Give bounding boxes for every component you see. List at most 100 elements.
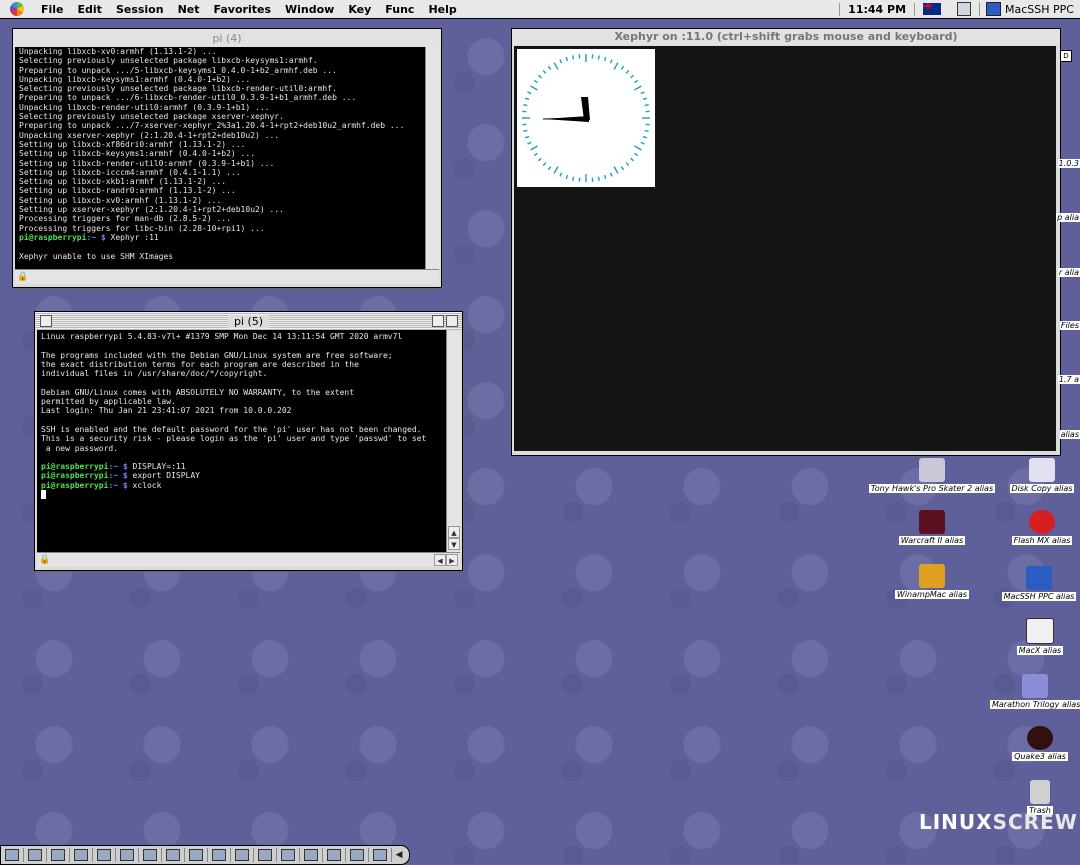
terminal-window-pi-5[interactable]: pi (5) Linux raspberrypi 5.4.83-v7l+ #13… bbox=[34, 311, 463, 571]
lock-icon[interactable]: 🔒 bbox=[39, 554, 51, 566]
partial-icon-label[interactable]: Files bbox=[1060, 321, 1080, 330]
partial-icon-label[interactable]: r alia bbox=[1058, 268, 1080, 277]
desktop-icon-quake3[interactable]: Quake3 alias bbox=[1008, 726, 1072, 761]
menu-window[interactable]: Window bbox=[278, 3, 341, 16]
terminal-line: Unpacking libxcb-xv0:armhf (1.13.1-2) ..… bbox=[19, 47, 423, 56]
partial-icon-label[interactable]: 1.7 a bbox=[1058, 375, 1080, 384]
window-titlebar[interactable]: pi (5) bbox=[35, 312, 462, 330]
strip-button-3-icon[interactable] bbox=[47, 848, 70, 862]
control-strip[interactable]: ◀ bbox=[0, 845, 410, 865]
clock-tick bbox=[560, 173, 562, 177]
terminal-line: Selecting previously unselected package … bbox=[19, 112, 423, 121]
xephyr-window[interactable]: Xephyr on :11.0 (ctrl+shift grabs mouse … bbox=[511, 28, 1061, 456]
apple-menu-icon[interactable] bbox=[10, 2, 24, 16]
folder-icon bbox=[1022, 674, 1048, 698]
strip-button-16-icon[interactable] bbox=[346, 848, 369, 862]
desktop-icon-warcraft[interactable]: Warcraft II alias bbox=[890, 510, 974, 545]
scroll-up-arrow-icon[interactable]: ▲ bbox=[448, 526, 460, 538]
watermark-part-1: LINUX bbox=[919, 810, 993, 834]
menu-file[interactable]: File bbox=[34, 3, 71, 16]
strip-button-6-icon[interactable] bbox=[116, 848, 139, 862]
typed-command: xclock bbox=[133, 481, 162, 490]
clock-tick bbox=[534, 80, 537, 82]
menu-help[interactable]: Help bbox=[421, 3, 463, 16]
terminal-window-pi-4[interactable]: pi (4) Unpacking libxcb-xv0:armhf (1.13.… bbox=[12, 28, 442, 288]
lock-icon[interactable]: 🔒 bbox=[17, 271, 29, 283]
strip-button-8-icon[interactable] bbox=[162, 848, 185, 862]
quake-icon bbox=[1027, 726, 1053, 750]
icon-label: Disk Copy alias bbox=[1010, 484, 1075, 493]
strip-button-1-icon[interactable] bbox=[1, 848, 24, 862]
terminal-output[interactable]: Linux raspberrypi 5.4.83-v7l+ #1379 SMP … bbox=[37, 330, 447, 554]
application-menu[interactable]: MacSSH PPC bbox=[979, 2, 1080, 16]
xephyr-titlebar[interactable]: Xephyr on :11.0 (ctrl+shift grabs mouse … bbox=[512, 29, 1060, 45]
desktop-icon-winamp[interactable]: WinampMac alias bbox=[888, 564, 976, 599]
terminal-log-lines: Unpacking libxcb-xv0:armhf (1.13.1-2) ..… bbox=[19, 47, 423, 233]
offscreen-drive-icon[interactable]: D bbox=[1060, 50, 1072, 62]
strip-button-12-icon[interactable] bbox=[254, 848, 277, 862]
strip-button-5-icon[interactable] bbox=[93, 848, 116, 862]
strip-button-13-icon[interactable] bbox=[277, 848, 300, 862]
winamp-icon bbox=[919, 564, 945, 588]
strip-button-7-icon[interactable] bbox=[139, 848, 162, 862]
strip-button-17-icon[interactable] bbox=[369, 848, 392, 862]
clock-tick bbox=[566, 175, 567, 179]
clock-tick bbox=[643, 137, 647, 138]
clock-tick bbox=[528, 92, 532, 94]
clock-tick bbox=[614, 63, 618, 70]
control-strip-mini-icon[interactable] bbox=[957, 2, 971, 16]
clock-tick bbox=[631, 75, 634, 78]
partial-icon-label[interactable]: 1.0.3 bbox=[1058, 159, 1080, 168]
terminal-line: Preparing to unpack .../6-libxcb-render-… bbox=[19, 93, 423, 102]
strip-button-9-icon[interactable] bbox=[185, 848, 208, 862]
desktop-icon-marathon[interactable]: Marathon Trilogy alias bbox=[990, 674, 1080, 709]
menu-favorites[interactable]: Favorites bbox=[207, 3, 278, 16]
terminal-output[interactable]: Unpacking libxcb-xv0:armhf (1.13.1-2) ..… bbox=[15, 47, 427, 269]
strip-button-2-icon[interactable] bbox=[24, 848, 47, 862]
clock-tick bbox=[634, 146, 641, 150]
keyboard-layout-flag-icon[interactable] bbox=[923, 3, 941, 15]
terminal-line: Setting up xserver-xephyr (2:1.20.4-1+rp… bbox=[19, 205, 423, 214]
menu-edit[interactable]: Edit bbox=[71, 3, 109, 16]
clock-tick bbox=[645, 105, 649, 106]
desktop-icon-tony-hawk[interactable]: Tony Hawk's Pro Skater 2 alias bbox=[862, 458, 1002, 493]
menubar-clock[interactable]: 11:44 PM bbox=[839, 3, 915, 16]
terminal-line: Selecting previously unselected package … bbox=[19, 84, 423, 93]
partial-icon-label[interactable]: alias bbox=[1060, 430, 1080, 439]
desktop-icon-macssh[interactable]: MacSSH PPC alias bbox=[998, 566, 1080, 601]
application-name: MacSSH PPC bbox=[1005, 3, 1074, 16]
zoom-box-icon[interactable] bbox=[432, 315, 444, 327]
close-box-icon[interactable] bbox=[40, 315, 52, 327]
vertical-scrollbar[interactable]: ▼ ▲ bbox=[446, 330, 461, 552]
scroll-down-arrow-icon[interactable]: ▼ bbox=[448, 538, 460, 550]
strip-button-4-icon[interactable] bbox=[70, 848, 93, 862]
strip-button-11-icon[interactable] bbox=[231, 848, 254, 862]
menu-func[interactable]: Func bbox=[378, 3, 421, 16]
clock-tick bbox=[598, 55, 599, 59]
desktop-icon-disk-copy[interactable]: Disk Copy alias bbox=[1004, 458, 1080, 493]
window-titlebar[interactable]: pi (4) bbox=[13, 29, 441, 47]
horizontal-scrollbar[interactable]: 🔒 bbox=[15, 269, 439, 284]
strip-button-10-icon[interactable] bbox=[208, 848, 231, 862]
menu-net[interactable]: Net bbox=[171, 3, 207, 16]
desktop-icon-macx[interactable]: MacX alias bbox=[1010, 618, 1070, 655]
clock-tick bbox=[528, 142, 532, 144]
scroll-left-arrow-icon[interactable]: ◀ bbox=[434, 554, 446, 566]
strip-button-15-icon[interactable] bbox=[323, 848, 346, 862]
desktop-icon-flash-mx[interactable]: Flash MX alias bbox=[1004, 510, 1080, 545]
strip-button-14-icon[interactable] bbox=[300, 848, 323, 862]
flash-icon bbox=[1029, 510, 1055, 534]
menu-key[interactable]: Key bbox=[341, 3, 378, 16]
collapse-box-icon[interactable] bbox=[446, 315, 458, 327]
clock-tick bbox=[531, 86, 538, 90]
strip-collapse-tab-icon[interactable]: ◀ bbox=[392, 848, 406, 862]
xephyr-display[interactable] bbox=[514, 46, 1056, 451]
clock-tick bbox=[626, 163, 629, 166]
vertical-scrollbar[interactable] bbox=[425, 47, 440, 269]
horizontal-scrollbar[interactable]: 🔒 ◀ ▶ bbox=[37, 552, 460, 567]
xclock-window[interactable] bbox=[517, 49, 655, 187]
partial-icon-label[interactable]: p alia bbox=[1056, 213, 1080, 222]
window-title: pi (4) bbox=[206, 32, 247, 45]
menu-session[interactable]: Session bbox=[109, 3, 171, 16]
scroll-right-arrow-icon[interactable]: ▶ bbox=[446, 554, 458, 566]
